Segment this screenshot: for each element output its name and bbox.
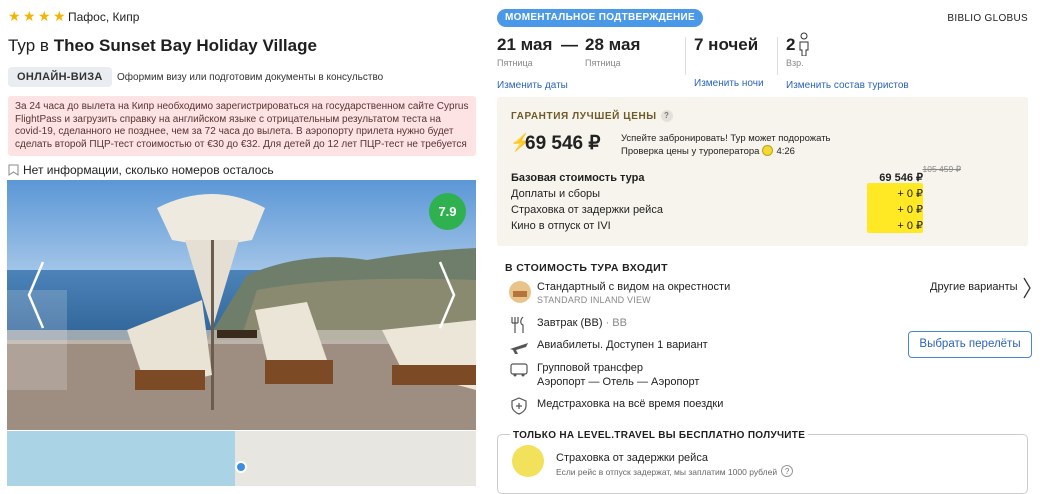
star-icon: ★ (23, 8, 36, 24)
other-variants-link[interactable]: Другие варианты (930, 277, 1031, 299)
date-to: 28 мая (585, 35, 641, 54)
airplane-icon (510, 343, 528, 354)
hurry-line-1: Успейте забронировать! Тур может подорож… (621, 133, 831, 144)
cutlery-icon (511, 316, 524, 333)
free-item-subtitle-text: Если рейс в отпуск задержат, мы заплатим… (556, 467, 778, 477)
hotel-photo-image (7, 180, 476, 430)
bookmark-icon (8, 164, 19, 176)
free-item-title: Страховка от задержки рейса (556, 452, 708, 464)
visa-description: Оформим визу или подготовим документы в … (117, 72, 384, 83)
old-price: 105 459 ₽ (922, 164, 962, 174)
hotel-location: Пафос, Кипр (68, 10, 140, 24)
online-visa-badge: ОНЛАЙН-ВИЗА (8, 67, 112, 87)
hotel-photo[interactable]: 7.9 (7, 180, 476, 430)
shield-icon (511, 397, 527, 415)
guarantee-title: ГАРАНТИЯ ЛУЧШЕЙ ЦЕНЫ? (511, 110, 673, 122)
hurry-line-2: Проверка цены у туроператора 4:26 (621, 145, 831, 158)
room-code: STANDARD INLAND VIEW (537, 295, 651, 305)
rating-badge: 7.9 (429, 193, 466, 230)
timer-value: 4:26 (776, 146, 795, 157)
price-row: Кино в отпуск от IVI + 0 ₽ (511, 218, 923, 234)
transfer-route: Аэропорт — Отель — Аэропорт (537, 376, 700, 388)
hotel-map[interactable] (7, 431, 476, 486)
hotel-column: ★ ★ ★ ★ Пафос, Кипр Тур в Theo Sunset Ba… (0, 0, 490, 486)
price-row-label: Страховка от задержки рейса (511, 204, 663, 216)
meal-name: Завтрак (BB) (537, 317, 603, 329)
sun-badge-icon (512, 445, 544, 477)
price-row-value: + 0 ₽ (897, 220, 923, 232)
photo-next-arrow-icon[interactable] (436, 260, 458, 330)
rooms-availability: Нет информации, сколько номеров осталось (8, 163, 274, 177)
price-row: Страховка от задержки рейса + 0 ₽ (511, 202, 923, 218)
other-variants-text: Другие варианты (930, 281, 1018, 293)
meal-code: · BB (605, 317, 627, 329)
price-row: Доплаты и сборы + 0 ₽ (511, 186, 923, 202)
meal-text: Завтрак (BB) · BB (537, 317, 627, 329)
tourists-count: 2 (786, 35, 796, 54)
price-breakdown: Базовая стоимость тура 69 546 ₽ Доплаты и… (511, 170, 923, 234)
divider (685, 37, 686, 75)
choose-flights-button[interactable]: Выбрать перелёты (908, 331, 1032, 358)
price-row-label: Кино в отпуск от IVI (511, 220, 611, 232)
total-price: 69 546 ₽ (525, 133, 601, 154)
free-item-subtitle: Если рейс в отпуск задержат, мы заплатим… (556, 465, 794, 477)
transfer-type: Групповой трансфер (537, 362, 644, 374)
change-nights-link[interactable]: Изменить ночи (694, 78, 764, 89)
room-photo-icon (509, 281, 531, 303)
hotel-stars: ★ ★ ★ ★ (8, 8, 66, 24)
hotel-name: Theo Sunset Bay Holiday Village (53, 36, 317, 55)
chevron-right-icon (1023, 277, 1031, 299)
hurry-line-2-text: Проверка цены у туроператора (621, 146, 760, 157)
price-row-label: Базовая стоимость тура (511, 172, 645, 184)
help-icon[interactable]: ? (660, 110, 673, 122)
date-to-day: Пятница (585, 58, 621, 68)
divider (777, 37, 778, 75)
page-title: Тур в Theo Sunset Bay Holiday Village (8, 36, 317, 56)
price-hurry-note: Успейте забронировать! Тур может подорож… (621, 132, 831, 158)
price-row-value: 69 546 ₽ (879, 172, 923, 184)
help-icon[interactable]: ? (781, 465, 794, 477)
covid-warning: За 24 часа до вылета на Кипр необходимо … (8, 96, 476, 156)
person-icon (799, 32, 809, 56)
instant-confirmation-badge: МОМЕНТАЛЬНОЕ ПОДТВЕРЖДЕНИЕ (497, 9, 704, 27)
tour-operator: BIBLIO GLOBUS (947, 13, 1028, 24)
timer-icon (762, 145, 774, 156)
price-row-value: + 0 ₽ (897, 204, 923, 216)
star-icon: ★ (53, 8, 66, 24)
included-title: В СТОИМОСТЬ ТУРА ВХОДИТ (505, 262, 668, 274)
rooms-availability-text: Нет информации, сколько номеров осталось (23, 163, 274, 177)
date-dash: — (561, 35, 578, 54)
guarantee-title-text: ГАРАНТИЯ ЛУЧШЕЙ ЦЕНЫ (511, 111, 657, 122)
change-dates-link[interactable]: Изменить даты (497, 80, 568, 91)
room-name: Стандартный с видом на окрестности (537, 281, 731, 293)
flights-text: Авиабилеты. Доступен 1 вариант (537, 339, 708, 351)
photo-prev-arrow-icon[interactable] (25, 260, 47, 330)
star-icon: ★ (38, 8, 51, 24)
free-bonuses-title: ТОЛЬКО НА LEVEL.TRAVEL ВЫ БЕСПЛАТНО ПОЛУ… (510, 430, 809, 441)
price-row-label: Доплаты и сборы (511, 188, 601, 200)
nights-count: 7 ночей (694, 35, 759, 54)
title-prefix: Тур в (8, 36, 49, 55)
tourists-sub: Взр. (786, 58, 804, 68)
date-from-day: Пятница (497, 58, 533, 68)
insurance-text: Медстраховка на всё время поездки (537, 398, 724, 410)
bus-icon (510, 363, 528, 377)
price-row: Базовая стоимость тура 69 546 ₽ (511, 170, 923, 186)
booking-column: МОМЕНТАЛЬНОЕ ПОДТВЕРЖДЕНИЕ BIBLIO GLOBUS… (497, 0, 1043, 494)
map-land (235, 431, 476, 486)
price-row-value: + 0 ₽ (897, 188, 923, 200)
map-location-marker-icon (235, 461, 247, 473)
star-icon: ★ (8, 8, 21, 24)
change-tourists-link[interactable]: Изменить состав туристов (786, 80, 909, 91)
date-from: 21 мая (497, 35, 553, 54)
free-bonuses-box: ТОЛЬКО НА LEVEL.TRAVEL ВЫ БЕСПЛАТНО ПОЛУ… (497, 430, 1028, 494)
